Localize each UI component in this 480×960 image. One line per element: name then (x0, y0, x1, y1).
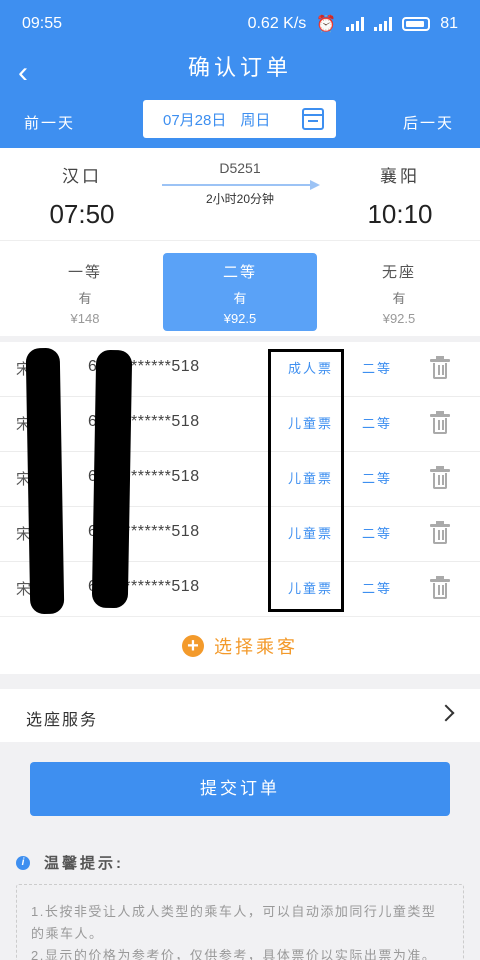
tip-line: 2.显示的价格为参考价，仅供参考，具体票价以实际出票为准。 (31, 948, 437, 960)
train-duration: 2小时20分钟 (205, 192, 275, 206)
status-bar: 09:55 0.62 K/s ⏰ 81 (0, 0, 480, 48)
arrow-right-icon (162, 180, 320, 190)
trash-icon[interactable] (430, 521, 450, 546)
tips-title: 温馨提示: (44, 855, 124, 872)
train-info: 汉口 07:50 D5251 2小时20分钟 襄阳 10:10 (0, 148, 480, 240)
date-picker[interactable]: 07月28日 周日 (143, 100, 336, 138)
seat-option-no-seat[interactable]: 无座 有 ¥92.5 (322, 253, 476, 331)
seat-type-selector: 一等 有 ¥148 二等 有 ¥92.5 无座 有 ¥92.5 (0, 240, 480, 336)
signal-icon-2 (374, 17, 393, 31)
arrival-time: 10:10 (367, 199, 433, 229)
arrival-station: 襄阳 (380, 167, 420, 186)
calendar-icon (302, 108, 324, 130)
submit-order-button[interactable]: 提交订单 (30, 762, 450, 816)
date-bar: 前一天 07月28日 周日 后一天 (0, 96, 480, 148)
seat-option-second-class[interactable]: 二等 有 ¥92.5 (163, 253, 317, 331)
seat-type-label: 二等 (222, 264, 257, 281)
info-icon: i (16, 855, 30, 870)
departure-time: 07:50 (49, 199, 115, 229)
seat-availability: 有 (233, 291, 247, 306)
passenger-list: 宋 6***********518 成人票 二等 宋 6***********5… (0, 342, 480, 617)
passenger-row: 宋 6***********518 儿童票 二等 (0, 507, 480, 562)
departure: 汉口 07:50 (22, 162, 142, 230)
trash-icon[interactable] (430, 466, 450, 491)
chevron-left-icon: ‹ (18, 56, 28, 89)
seat-availability: 有 (78, 291, 92, 306)
battery-level: 81 (440, 15, 458, 32)
tips-header: i 温馨提示: (16, 852, 124, 873)
network-speed: 0.62 K/s (247, 15, 307, 32)
seat-service-label: 选座服务 (26, 712, 99, 729)
redaction-mark (25, 347, 65, 615)
tip-line: 1.长按非受让人成人类型的乘车人，可以自动添加同行儿童类型的乘车人。 (31, 904, 437, 941)
plus-icon: + (182, 634, 204, 657)
seat-price: ¥148 (70, 311, 100, 326)
train-number: D5251 (219, 160, 261, 176)
redaction-mark (91, 349, 133, 609)
passenger-row: 宋 6***********518 成人票 二等 (0, 342, 480, 397)
seat-service-row[interactable]: 选座服务 (0, 689, 480, 742)
tips-box: 1.长按非受让人成人类型的乘车人，可以自动添加同行儿童类型的乘车人。 2.显示的… (16, 884, 464, 960)
signal-icon (346, 17, 365, 31)
seat-class-selector[interactable]: 二等 (362, 413, 392, 432)
passenger-row: 宋 6***********518 儿童票 二等 (0, 452, 480, 507)
prev-day-button[interactable]: 前一天 (24, 112, 75, 133)
nav-header: ‹ 确认订单 (0, 48, 480, 100)
seat-price: ¥92.5 (382, 311, 416, 326)
trash-icon[interactable] (430, 411, 450, 436)
chevron-right-icon (437, 704, 455, 722)
seat-type-label: 无座 (381, 264, 416, 281)
alarm-icon: ⏰ (316, 16, 337, 33)
seat-option-first-class[interactable]: 一等 有 ¥148 (8, 253, 162, 331)
add-passenger-label: 选择乘客 (214, 636, 298, 657)
next-day-button[interactable]: 后一天 (403, 112, 454, 133)
seat-class-selector[interactable]: 二等 (362, 358, 392, 377)
status-time: 09:55 (22, 15, 63, 32)
seat-price: ¥92.5 (223, 311, 257, 326)
add-passenger-button[interactable]: + 选择乘客 (0, 616, 480, 674)
seat-class-selector[interactable]: 二等 (362, 578, 392, 597)
trash-icon[interactable] (430, 576, 450, 601)
trash-icon[interactable] (430, 356, 450, 381)
seat-class-selector[interactable]: 二等 (362, 468, 392, 487)
departure-station: 汉口 (62, 167, 102, 186)
passenger-row: 宋 6***********518 儿童票 二等 (0, 562, 480, 617)
passenger-row: 宋 6***********518 儿童票 二等 (0, 397, 480, 452)
date-text: 07月28日 (163, 111, 227, 129)
highlight-annotation (268, 349, 344, 612)
weekday-text: 周日 (240, 111, 271, 129)
back-button[interactable]: ‹ (18, 56, 48, 92)
train-summary: D5251 2小时20分钟 (160, 160, 320, 207)
seat-class-selector[interactable]: 二等 (362, 523, 392, 542)
arrival: 襄阳 10:10 (340, 162, 460, 230)
seat-type-label: 一等 (67, 264, 102, 281)
seat-availability: 有 (392, 291, 406, 306)
battery-icon (402, 17, 431, 31)
page-title: 确认订单 (187, 55, 292, 80)
